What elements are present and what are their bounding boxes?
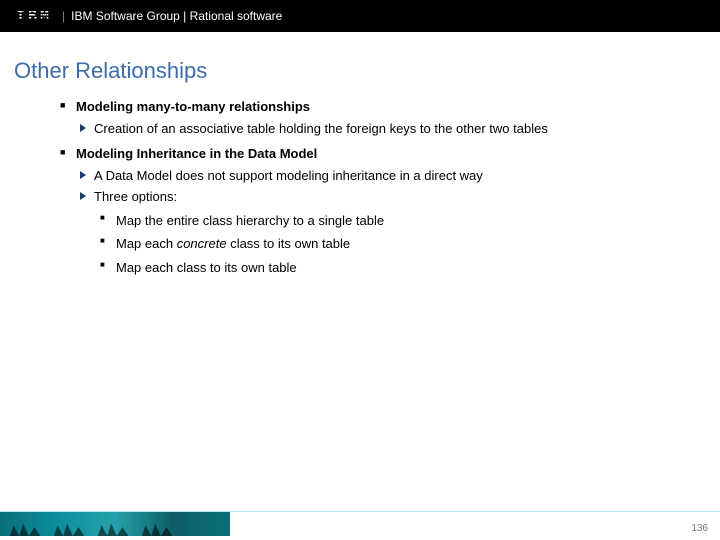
footer-silhouette-icon [6,518,44,536]
subitem-post: class to its own table [227,236,351,251]
section-item: Three options: [80,188,680,206]
footer-bar: 136 [0,511,720,540]
page-number: 136 [691,523,708,534]
section-subitem: Map each concrete class to its own table [100,235,680,253]
footer-silhouette-icon [50,518,88,536]
section-heading: Modeling Inheritance in the Data Model [60,145,680,163]
subitem-em: concrete [177,236,227,251]
subitem-pre: Map each [116,236,177,251]
content-body: Modeling many-to-many relationships Crea… [60,98,680,276]
section-heading: Modeling many-to-many relationships [60,98,680,116]
section-item: A Data Model does not support modeling i… [80,167,680,185]
section-subitem: Map the entire class hierarchy to a sing… [100,212,680,230]
footer-silhouette-icon [138,518,176,536]
section-subitem: Map each class to its own table [100,259,680,277]
section-item: Creation of an associative table holding… [80,120,680,138]
footer-decorative-band [0,512,230,536]
header-group-text: IBM Software Group | Rational software [71,9,282,23]
ibm-logo: IBM [16,8,62,25]
footer-silhouette-icon [94,518,132,536]
header-separator: | [62,9,65,23]
page-title: Other Relationships [14,58,720,84]
header-bar: IBM | IBM Software Group | Rational soft… [0,0,720,32]
